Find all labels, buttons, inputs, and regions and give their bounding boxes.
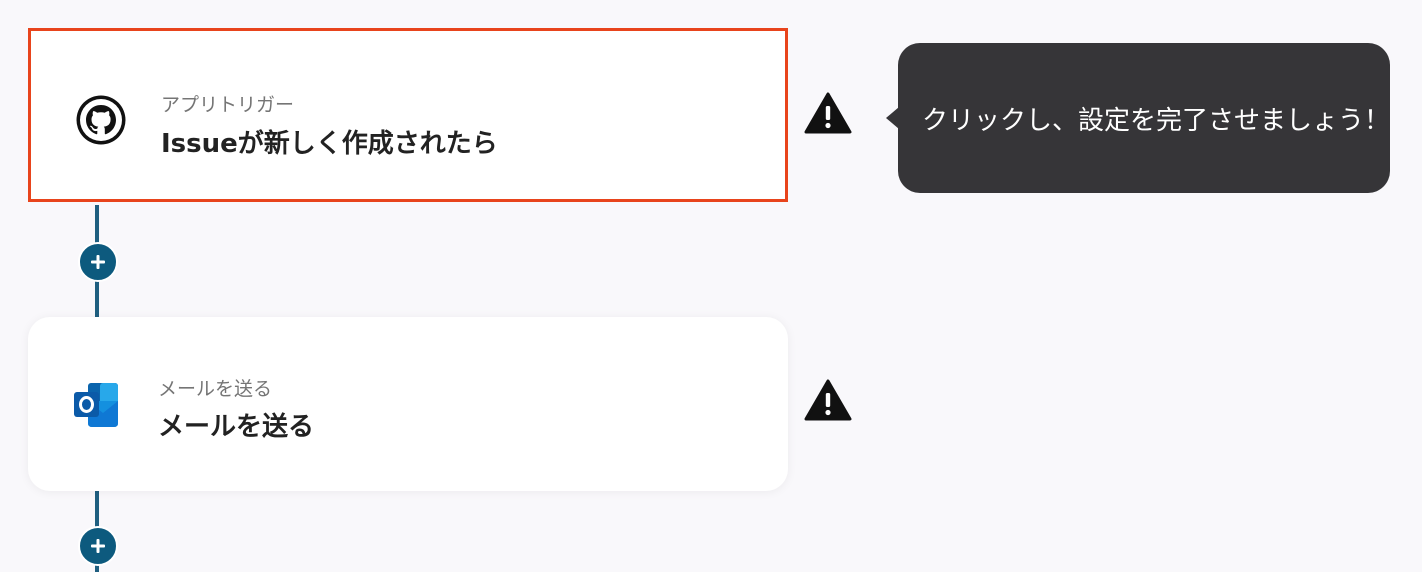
action-step-card[interactable]: メールを送る メールを送る [28,317,788,491]
setup-tooltip: クリックし、設定を完了させましょう！ [886,43,1391,193]
trigger-step-card[interactable]: アプリトリガー Issueが新しく作成されたら [28,28,788,202]
tooltip-arrow [886,107,899,129]
trigger-title: Issueが新しく作成されたら [161,129,498,159]
warning-icon [804,379,852,421]
github-icon [75,94,127,146]
outlook-icon [72,379,124,431]
action-title: メールを送る [158,412,315,442]
plus-icon [91,539,105,553]
trigger-label: アプリトリガー [161,94,295,116]
add-step-button[interactable] [78,526,118,566]
action-label: メールを送る [158,378,273,400]
add-step-button[interactable] [78,242,118,282]
warning-icon [804,92,852,134]
plus-icon [91,255,105,269]
tooltip-text: クリックし、設定を完了させましょう！ [922,105,1391,136]
